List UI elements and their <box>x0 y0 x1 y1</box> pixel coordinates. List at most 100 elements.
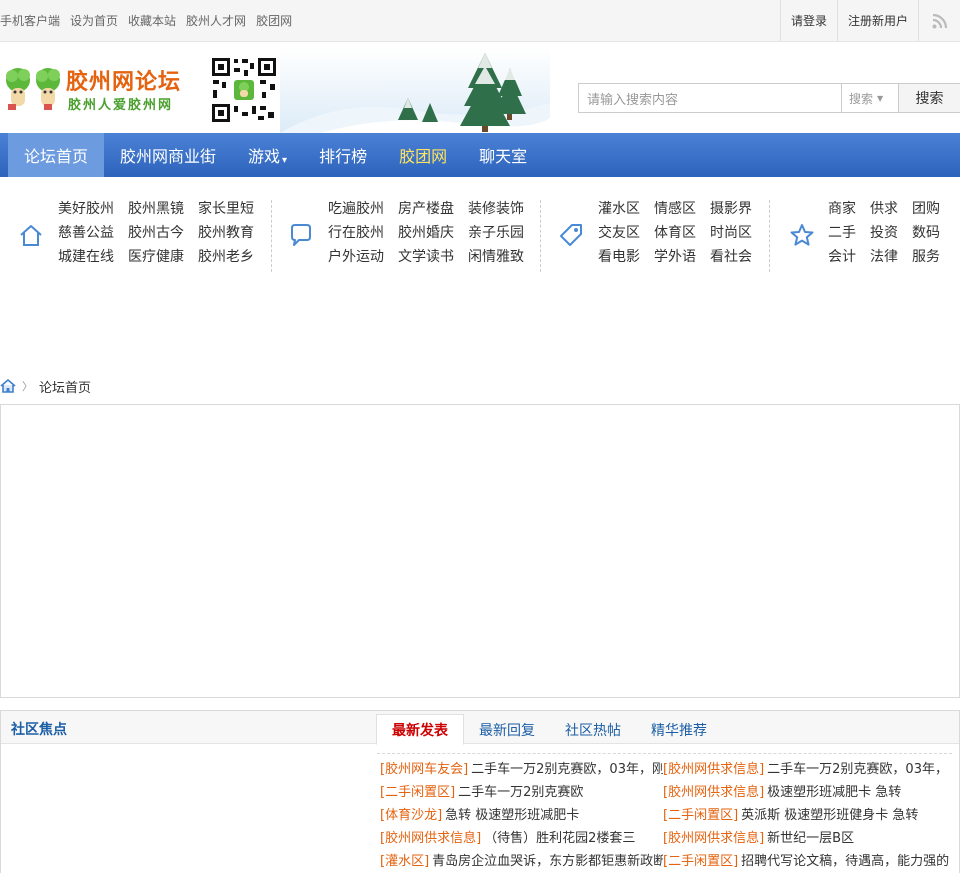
quick-links-grid: 美好胶州 胶州黑镜 家长里短 慈善公益 胶州古今 胶州教育 城建在线 医疗健康 … <box>58 200 254 266</box>
focus-header: 社区焦点 最新发表 最新回复 社区热帖 精华推荐 <box>1 711 959 745</box>
quick-link[interactable]: 慈善公益 <box>58 224 114 242</box>
quick-link[interactable]: 装修装饰 <box>468 200 524 218</box>
quick-link[interactable]: 行在胶州 <box>328 224 384 242</box>
quick-link[interactable]: 数码 <box>912 224 940 242</box>
quick-link[interactable]: 户外运动 <box>328 248 384 266</box>
quick-link[interactable]: 团购 <box>912 200 940 218</box>
quick-link[interactable]: 时尚区 <box>710 224 752 242</box>
post-category[interactable]: [二手闲置区] <box>663 854 738 869</box>
post-category[interactable]: [二手闲置区] <box>380 785 455 800</box>
search-type-select[interactable]: 搜索 ▼ <box>841 83 899 113</box>
list-item[interactable]: [胶州网供求信息] 新世纪一层B区 <box>663 830 960 848</box>
list-item[interactable]: [灌水区] 青岛房企泣血哭诉，东方影都钜惠新政断 <box>380 853 663 871</box>
quick-link[interactable]: 学外语 <box>654 248 696 266</box>
quick-link[interactable]: 胶州婚庆 <box>398 224 454 242</box>
site-logo[interactable]: 胶州网论坛 胶州人爱胶州网 <box>2 64 202 114</box>
quick-link[interactable]: 闲情雅致 <box>468 248 524 266</box>
quick-link[interactable]: 体育区 <box>654 224 696 242</box>
list-item[interactable]: [胶州网供求信息] （待售）胜利花园2楼套三 <box>380 830 663 848</box>
quick-link[interactable]: 会计 <box>828 248 856 266</box>
quick-link[interactable]: 房产楼盘 <box>398 200 454 218</box>
quick-link[interactable]: 城建在线 <box>58 248 114 266</box>
quick-link[interactable]: 胶州老乡 <box>198 248 254 266</box>
quick-link[interactable]: 美好胶州 <box>58 200 114 218</box>
post-title[interactable]: （待售）胜利花园2楼套三 <box>484 831 635 846</box>
post-title[interactable]: 新世纪一层B区 <box>767 831 854 846</box>
list-item[interactable]: [二手闲置区] 英派斯 极速塑形班健身卡 急转 <box>663 807 960 825</box>
list-item[interactable]: [胶州网车友会] 二手车一万2别克赛欧，03年，刚 <box>380 761 663 779</box>
list-item[interactable]: [体育沙龙] 急转 极速塑形班减肥卡 <box>380 807 663 825</box>
post-category[interactable]: [体育沙龙] <box>380 808 442 823</box>
post-category[interactable]: [胶州网车友会] <box>380 762 468 777</box>
quick-link[interactable]: 胶州教育 <box>198 224 254 242</box>
quick-link[interactable]: 胶州黑镜 <box>128 200 184 218</box>
quick-link[interactable]: 服务 <box>912 248 940 266</box>
nav-ranking[interactable]: 排行榜 <box>303 133 383 177</box>
quick-links-grid: 商家 供求 团购 二手 投资 数码 会计 法律 服务 <box>828 200 940 266</box>
quick-link[interactable]: 摄影界 <box>710 200 752 218</box>
quick-link[interactable]: 情感区 <box>654 200 696 218</box>
quick-link[interactable]: 灌水区 <box>598 200 640 218</box>
search-input[interactable]: 请输入搜索内容 <box>578 83 841 113</box>
quick-link[interactable]: 投资 <box>870 224 898 242</box>
set-homepage-link[interactable]: 设为首页 <box>70 12 118 29</box>
post-title[interactable]: 二手车一万2别克赛欧，03年，刚 <box>471 762 663 777</box>
nav-games[interactable]: 游戏 ▾ <box>232 133 303 177</box>
qr-code <box>210 56 278 124</box>
rss-icon[interactable] <box>918 0 960 41</box>
quick-link[interactable]: 供求 <box>870 200 898 218</box>
list-item[interactable]: [胶州网供求信息] 极速塑形班减肥卡 急转 <box>663 784 960 802</box>
quick-link[interactable]: 看电影 <box>598 248 640 266</box>
quick-link[interactable]: 吃遍胶州 <box>328 200 384 218</box>
quick-link[interactable]: 亲子乐园 <box>468 224 524 242</box>
group-buy-site-link[interactable]: 胶团网 <box>256 12 292 29</box>
quick-link[interactable]: 胶州古今 <box>128 224 184 242</box>
post-title[interactable]: 招聘代写论文稿，待遇高，能力强的 <box>741 854 949 869</box>
post-title[interactable]: 急转 极速塑形班减肥卡 <box>445 808 579 823</box>
quick-divider <box>540 200 541 272</box>
chat-bubble-icon <box>291 224 311 246</box>
post-title[interactable]: 英派斯 极速塑形班健身卡 急转 <box>741 808 918 823</box>
post-category[interactable]: [胶州网供求信息] <box>663 762 764 777</box>
post-title[interactable]: 极速塑形班减肥卡 急转 <box>767 785 901 800</box>
quick-link[interactable]: 法律 <box>870 248 898 266</box>
post-category[interactable]: [二手闲置区] <box>663 808 738 823</box>
talent-site-link[interactable]: 胶州人才网 <box>186 12 246 29</box>
top-links: 手机客户端 设为首页 收藏本站 胶州人才网 胶团网 <box>0 12 292 29</box>
tab-latest-replies[interactable]: 最新回复 <box>464 714 550 745</box>
post-category[interactable]: [灌水区] <box>380 854 429 869</box>
nav-forum-home[interactable]: 论坛首页 <box>8 133 105 177</box>
tab-featured[interactable]: 精华推荐 <box>636 714 722 745</box>
nav-business-street[interactable]: 胶州网商业街 <box>104 133 232 177</box>
bookmark-link[interactable]: 收藏本站 <box>128 12 176 29</box>
post-category[interactable]: [胶州网供求信息] <box>663 831 764 846</box>
breadcrumb-current[interactable]: 论坛首页 <box>39 377 91 396</box>
quick-link[interactable]: 二手 <box>828 224 856 242</box>
quick-link[interactable]: 商家 <box>828 200 856 218</box>
nav-chat-room[interactable]: 聊天室 <box>463 133 543 177</box>
quick-link[interactable]: 家长里短 <box>198 200 254 218</box>
list-item[interactable]: [二手闲置区] 二手车一万2别克赛欧 <box>380 784 663 802</box>
quick-link[interactable]: 文学读书 <box>398 248 454 266</box>
quick-link[interactable]: 看社会 <box>710 248 752 266</box>
post-title[interactable]: 二手车一万2别克赛欧，03年， <box>767 762 948 777</box>
tab-hot-threads[interactable]: 社区热帖 <box>550 714 636 745</box>
home-icon[interactable] <box>0 378 16 394</box>
search-button[interactable]: 搜索 <box>899 83 960 113</box>
quick-link[interactable]: 医疗健康 <box>128 248 184 266</box>
site-header: 胶州网论坛 胶州人爱胶州网 请输入搜索内容 搜索 ▼ 搜索 <box>0 42 960 133</box>
breadcrumb: 〉 论坛首页 <box>0 376 91 396</box>
post-category[interactable]: [胶州网供求信息] <box>380 831 481 846</box>
post-list: [胶州网车友会] 二手车一万2别克赛欧，03年，刚 [胶州网供求信息] 二手车一万2… <box>380 761 960 871</box>
mobile-client-link[interactable]: 手机客户端 <box>0 12 60 29</box>
login-link[interactable]: 请登录 <box>779 0 837 41</box>
post-title[interactable]: 青岛房企泣血哭诉，东方影都钜惠新政断 <box>432 854 663 869</box>
list-item[interactable]: [二手闲置区] 招聘代写论文稿，待遇高，能力强的 <box>663 853 960 871</box>
list-item[interactable]: [胶州网供求信息] 二手车一万2别克赛欧，03年， <box>663 761 960 779</box>
tab-latest-posts[interactable]: 最新发表 <box>376 714 464 745</box>
nav-group-buy[interactable]: 胶团网 <box>383 133 463 177</box>
register-link[interactable]: 注册新用户 <box>836 0 918 41</box>
quick-link[interactable]: 交友区 <box>598 224 640 242</box>
post-title[interactable]: 二手车一万2别克赛欧 <box>458 785 583 800</box>
post-category[interactable]: [胶州网供求信息] <box>663 785 764 800</box>
